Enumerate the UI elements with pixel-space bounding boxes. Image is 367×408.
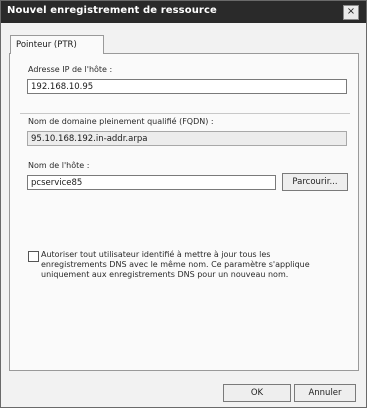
browse-button[interactable]: Parcourir... [282,173,348,191]
fqdn-field[interactable]: 95.10.168.192.in-addr.arpa [27,131,347,146]
close-icon: × [346,6,356,17]
dialog-title: Nouvel enregistrement de ressource [7,5,217,16]
cancel-button[interactable]: Annuler [294,384,356,402]
allow-update-checkbox[interactable] [28,251,39,262]
fqdn-label: Nom de domaine pleinement qualifié (FQDN… [28,117,214,126]
tab-label: Pointeur (PTR) [16,40,77,50]
host-ip-label: Adresse IP de l'hôte : [28,65,113,74]
tab-panel [9,53,359,371]
new-resource-record-dialog: Nouvel enregistrement de ressource × Poi… [0,0,367,408]
separator [20,113,350,114]
allow-update-label: Autoriser tout utilisateur identifié à m… [41,250,333,280]
hostname-field[interactable]: pcservice85 [27,175,276,190]
close-button[interactable]: × [343,5,359,20]
host-ip-field[interactable]: 192.168.10.95 [27,79,347,94]
allow-update-line: uniquement aux enregistrements DNS pour … [41,270,289,279]
title-bar: Nouvel enregistrement de ressource × [1,1,366,23]
ok-button[interactable]: OK [223,384,291,402]
hostname-label: Nom de l'hôte : [28,161,90,170]
allow-update-line: Autoriser tout utilisateur identifié à m… [41,250,271,259]
allow-update-line: enregistrements DNS avec le même nom. Ce… [41,260,310,269]
tab-pointer-ptr[interactable]: Pointeur (PTR) [10,35,104,54]
